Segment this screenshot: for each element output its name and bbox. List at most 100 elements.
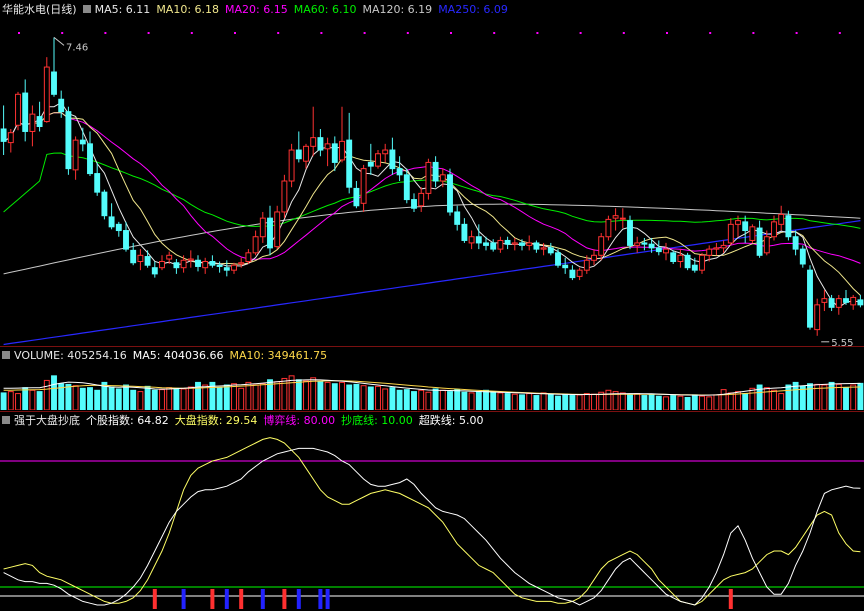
candle-body (475, 236, 482, 244)
candle (245, 249, 252, 264)
volume-bar (411, 391, 417, 410)
ma60-legend: MA60: 6.10 (293, 2, 357, 16)
volume-bar (367, 386, 374, 410)
candle (231, 262, 237, 274)
candle-body (511, 242, 518, 245)
candle-body (252, 236, 259, 254)
volume-bar (216, 387, 223, 410)
volume-bar (807, 383, 813, 410)
candle-body (202, 261, 209, 269)
volume-bar (159, 389, 165, 410)
candle (411, 193, 417, 212)
volume-bar (576, 394, 583, 410)
candle-body (245, 252, 252, 262)
candle-body (115, 223, 122, 232)
marker-dot (18, 32, 20, 34)
volume-bar (468, 392, 475, 410)
candle (713, 242, 720, 256)
candle-body (259, 217, 266, 238)
candle-body (648, 243, 655, 249)
marker-dot (493, 32, 496, 34)
volume-bar (375, 385, 381, 410)
candle (367, 143, 374, 175)
candle (425, 158, 432, 200)
volume-bar (699, 395, 705, 410)
candle-body (295, 149, 302, 160)
volume-bar (619, 392, 626, 410)
candle (699, 252, 705, 274)
marker-dot (579, 32, 582, 34)
volume-bar (418, 389, 425, 410)
candle (382, 143, 389, 163)
volume-bar (828, 381, 835, 410)
candle (51, 37, 57, 97)
candle-body (51, 71, 57, 95)
volume-bar (65, 383, 72, 410)
candle-body (411, 199, 417, 209)
volume-bar (742, 393, 749, 410)
candle-body (310, 137, 317, 147)
candle (792, 230, 799, 256)
volume-bar (144, 385, 151, 410)
candle-body (187, 258, 194, 261)
candle-body (7, 132, 14, 144)
signal-bar (728, 589, 733, 609)
candle-body (526, 242, 533, 246)
candle-body (835, 298, 842, 308)
volume-bar (749, 387, 756, 410)
candle-body (375, 153, 381, 167)
marker-dot (147, 32, 150, 34)
volume-bar (634, 393, 641, 410)
volume-bar (7, 391, 14, 410)
candle-body (627, 220, 633, 246)
price-legend-marker (82, 5, 91, 13)
candle (684, 252, 691, 271)
candle-body (684, 254, 691, 269)
candle (159, 255, 165, 271)
candle (15, 91, 21, 131)
volume-bar (605, 389, 612, 410)
volume-bar (497, 392, 504, 410)
volume-bar (785, 384, 792, 410)
candle-body (713, 247, 720, 250)
candle (36, 101, 43, 132)
volume-bar (353, 383, 360, 410)
candle-body (461, 223, 468, 241)
candle-body (720, 244, 727, 249)
candle (749, 224, 756, 243)
candle (562, 257, 569, 274)
candle-body (497, 239, 504, 250)
market-index-line (3, 437, 861, 606)
candle (353, 181, 360, 209)
volume-bar (583, 393, 590, 410)
candle-body (677, 254, 684, 263)
indicator-chart[interactable] (0, 428, 864, 611)
marker-dot (406, 32, 409, 34)
signal-bar (296, 589, 301, 609)
volume-bar (641, 395, 648, 410)
volume-bar (547, 393, 554, 410)
candle-body (209, 261, 216, 266)
volume-bar (115, 388, 122, 410)
candle-body (468, 236, 475, 244)
ma20-legend: MA20: 6.15 (225, 2, 288, 16)
volume-bar (94, 389, 101, 410)
volume-bar (454, 389, 461, 410)
candle (252, 230, 259, 256)
volume-bar (850, 384, 857, 410)
candle-body (785, 215, 792, 238)
candle (605, 215, 612, 241)
volume-chart[interactable] (0, 362, 864, 410)
candle-body (547, 247, 554, 254)
volume-bar (504, 393, 511, 410)
volume-bar (727, 392, 734, 410)
volume-bar (447, 391, 453, 410)
candle (677, 249, 684, 268)
candle (115, 221, 122, 237)
candle-body (180, 259, 187, 269)
candle-body (663, 248, 669, 254)
volume-bar (627, 393, 633, 410)
price-chart[interactable]: 7.46 5.55 (0, 16, 864, 346)
candle-body (814, 304, 821, 331)
candle-body (454, 211, 461, 225)
